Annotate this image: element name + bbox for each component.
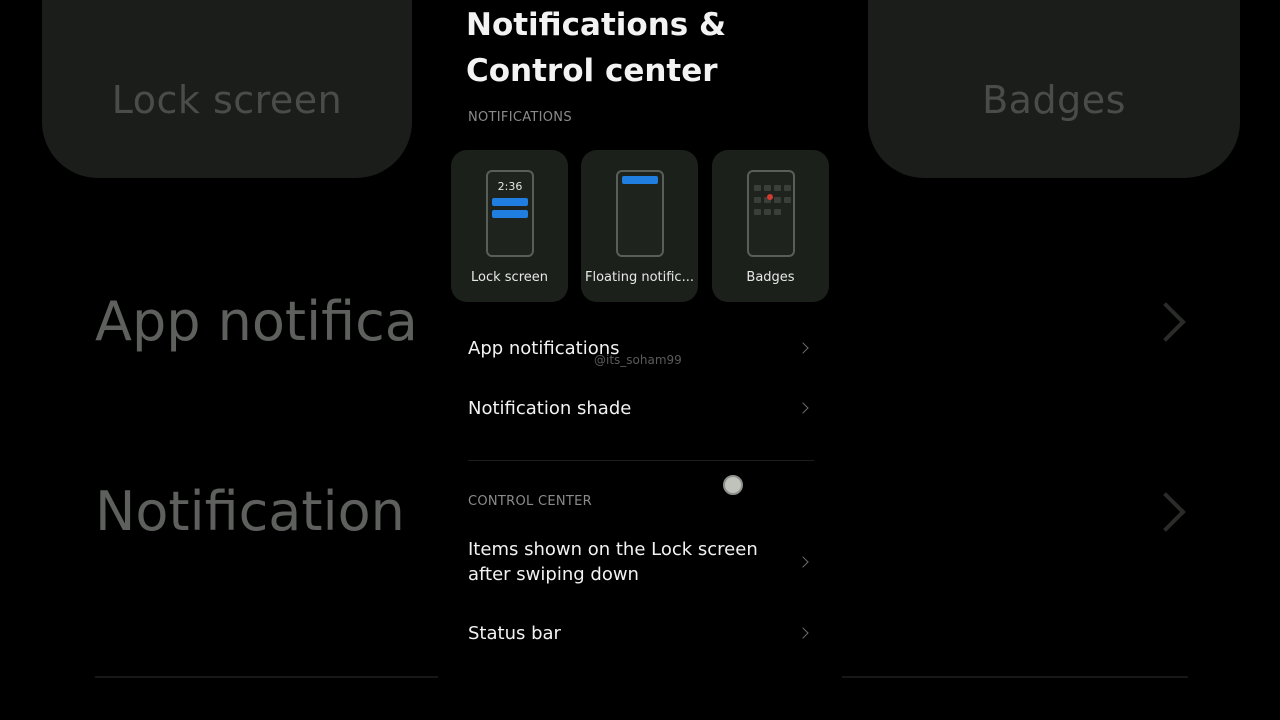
- bg-chevron-right-icon: [1146, 302, 1186, 342]
- chevron-right-icon: [797, 402, 809, 414]
- chevron-right-icon: [797, 627, 809, 639]
- app-icon-dot: [784, 197, 791, 203]
- badges-tile[interactable]: Badges: [712, 150, 829, 302]
- bg-notification-shade-label: Notification: [95, 480, 405, 543]
- notification-bar: [492, 198, 528, 206]
- floating-notifications-tile[interactable]: Floating notific...: [581, 150, 698, 302]
- floating-notification-preview-icon: [616, 170, 664, 257]
- app-icon-dot: [774, 197, 781, 203]
- badges-tile-label: Badges: [746, 270, 795, 285]
- lock-screen-items-label: Items shown on the Lock screen after swi…: [468, 539, 758, 585]
- lock-screen-items-row[interactable]: Items shown on the Lock screen after swi…: [468, 537, 813, 587]
- app-icon-dot: [764, 209, 771, 215]
- lock-screen-preview-icon: 2:36: [486, 170, 534, 257]
- bg-chevron-right-icon: [1146, 492, 1186, 532]
- touch-indicator: [723, 475, 743, 495]
- bg-app-notifications-label: App notifica: [95, 290, 418, 353]
- app-icon-dot: [754, 209, 761, 215]
- app-icon-dot: [774, 209, 781, 215]
- settings-panel: Notifications & Control center NOTIFICAT…: [438, 0, 842, 720]
- app-icon-dot: [764, 185, 771, 191]
- status-bar-row[interactable]: Status bar: [468, 621, 813, 646]
- preview-time: 2:36: [497, 180, 523, 193]
- bg-badges-card: Badges: [868, 0, 1240, 178]
- app-icon-dot: [784, 185, 791, 191]
- section-divider: [468, 460, 814, 461]
- lock-screen-tile[interactable]: 2:36 Lock screen: [451, 150, 568, 302]
- chevron-right-icon: [797, 556, 809, 568]
- notifications-section-header: NOTIFICATIONS: [468, 110, 572, 125]
- bg-badges-label: Badges: [982, 78, 1126, 122]
- notification-bar: [622, 176, 658, 184]
- notification-bar: [492, 210, 528, 218]
- app-icon-dot: [754, 197, 761, 203]
- notification-shade-label: Notification shade: [468, 398, 632, 419]
- control-center-section-header: CONTROL CENTER: [468, 494, 593, 509]
- status-bar-label: Status bar: [468, 623, 561, 644]
- app-icon-dot: [754, 185, 761, 191]
- bg-lock-screen-label: Lock screen: [111, 78, 343, 122]
- watermark: @its_soham99: [594, 353, 682, 367]
- app-icon-dot: [774, 185, 781, 191]
- notification-shade-row[interactable]: Notification shade: [468, 396, 813, 421]
- chevron-right-icon: [797, 342, 809, 354]
- floating-notifications-tile-label: Floating notific...: [585, 270, 694, 285]
- badge-dot-icon: [767, 194, 773, 200]
- lock-screen-tile-label: Lock screen: [471, 270, 548, 285]
- page-title: Notifications & Control center: [466, 7, 727, 89]
- badges-preview-icon: [747, 170, 795, 257]
- bg-lock-screen-card: Lock screen: [42, 0, 412, 178]
